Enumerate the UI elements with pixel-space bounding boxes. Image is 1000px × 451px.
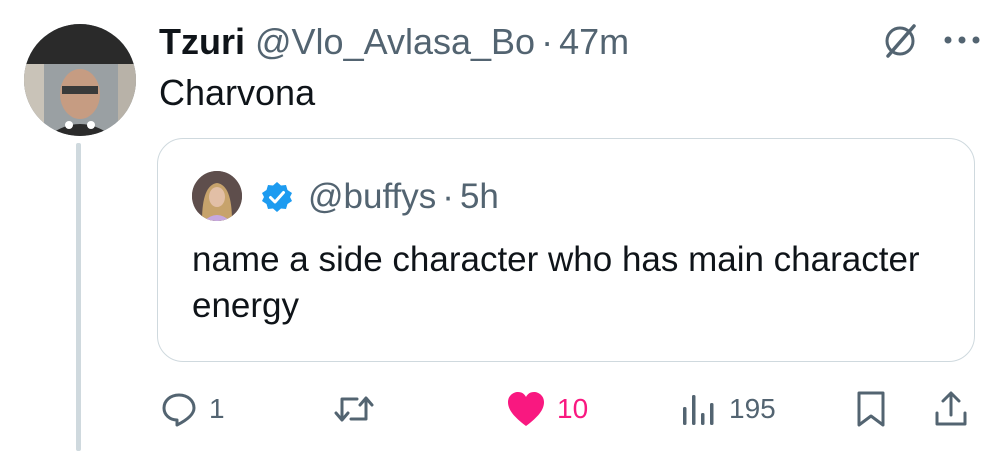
share-icon bbox=[931, 389, 971, 429]
author-avatar[interactable] bbox=[24, 24, 136, 136]
separator-dot: · bbox=[541, 21, 554, 62]
retweet-button[interactable] bbox=[332, 385, 386, 433]
verified-badge-icon bbox=[260, 180, 294, 214]
quote-handle[interactable]: @buffys bbox=[308, 177, 436, 217]
quote-header: @buffys · 5h bbox=[260, 175, 499, 219]
quote-avatar[interactable] bbox=[192, 171, 242, 221]
thread-line bbox=[76, 143, 81, 451]
quoted-tweet[interactable]: @buffys · 5h name a side character who h… bbox=[157, 138, 975, 362]
quote-timestamp[interactable]: 5h bbox=[460, 177, 499, 217]
like-count: 10 bbox=[557, 393, 589, 424]
more-icon[interactable] bbox=[942, 34, 982, 46]
bookmark-icon bbox=[853, 389, 889, 429]
action-bar: 1 10 195 bbox=[159, 385, 979, 433]
author-handle[interactable]: @Vlo_Avlasa_Bo bbox=[255, 21, 535, 63]
views-button[interactable]: 195 bbox=[679, 385, 776, 433]
author-name[interactable]: Tzuri bbox=[159, 21, 245, 63]
reply-icon bbox=[159, 389, 199, 429]
quote-text: name a side character who has main chara… bbox=[192, 240, 920, 325]
share-button[interactable] bbox=[931, 385, 971, 433]
retweet-icon bbox=[332, 389, 376, 429]
bookmark-button[interactable] bbox=[853, 385, 889, 433]
view-count: 195 bbox=[729, 393, 776, 424]
tweet-header: Tzuri @Vlo_Avlasa_Bo · 47m bbox=[159, 18, 629, 66]
tweet-text: Charvona bbox=[159, 72, 316, 113]
quote-separator-dot: · bbox=[442, 177, 454, 216]
views-icon bbox=[679, 389, 719, 429]
reply-count: 1 bbox=[209, 393, 225, 424]
like-button[interactable]: 10 bbox=[505, 385, 588, 433]
heart-icon bbox=[505, 389, 547, 429]
tweet-timestamp[interactable]: 47m bbox=[559, 21, 629, 63]
header-icons bbox=[880, 20, 982, 60]
grok-icon[interactable] bbox=[880, 20, 920, 60]
reply-button[interactable]: 1 bbox=[159, 385, 225, 433]
